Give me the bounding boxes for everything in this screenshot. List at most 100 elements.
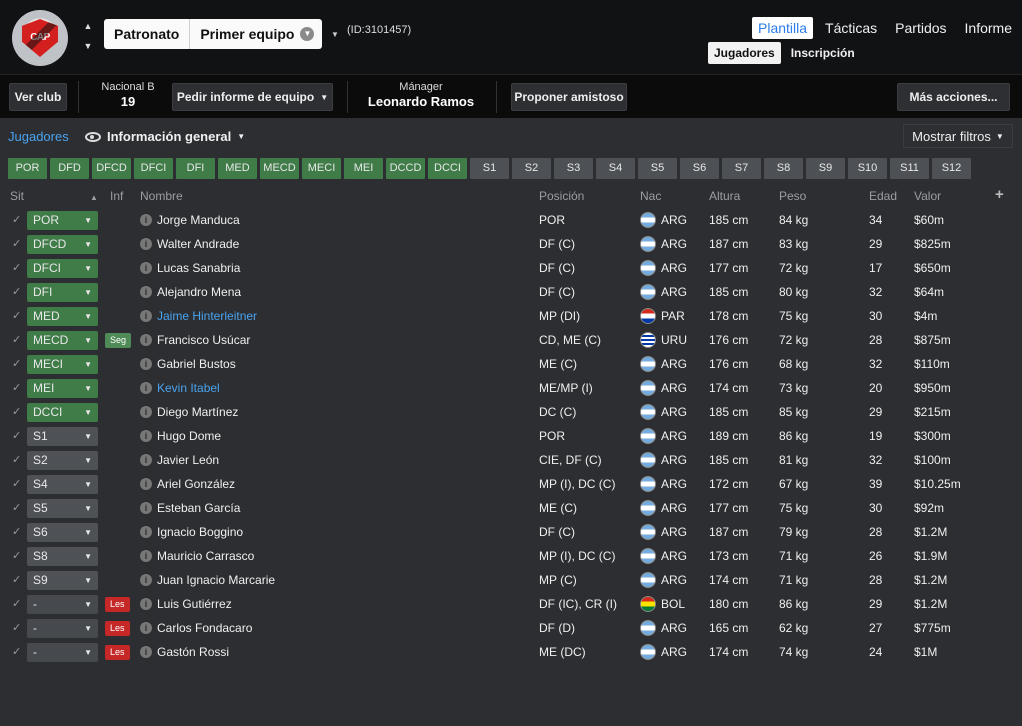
sort-asc-icon[interactable]: ▲ <box>90 193 98 202</box>
table-row[interactable]: ✓ S9 ▼ i Juan Ignacio Marcarie MP (C) ARG 174 c… <box>0 568 1022 592</box>
info-icon[interactable]: i <box>140 382 152 394</box>
table-row[interactable]: ✓ MED ▼ i Jaime Hinterleitner MP (DI) PAR 178 c… <box>0 304 1022 328</box>
situation-select[interactable]: DFI ▼ <box>27 283 98 302</box>
col-nombre[interactable]: Nombre <box>140 189 183 203</box>
player-name[interactable]: Jaime Hinterleitner <box>157 304 257 328</box>
situation-select[interactable]: S8 ▼ <box>27 547 98 566</box>
info-icon[interactable]: i <box>140 502 152 514</box>
player-name[interactable]: Diego Martínez <box>157 400 238 424</box>
chevron-up-icon[interactable]: ▲ <box>82 16 94 36</box>
position-chip[interactable]: DFCD <box>92 158 131 179</box>
view-selector[interactable]: Información general ▼ <box>85 129 245 144</box>
player-name[interactable]: Gastón Rossi <box>157 640 229 664</box>
info-icon[interactable]: i <box>140 262 152 274</box>
situation-select[interactable]: DFCD ▼ <box>27 235 98 254</box>
situation-select[interactable]: DCCI ▼ <box>27 403 98 422</box>
player-name[interactable]: Javier León <box>157 448 219 472</box>
position-chip[interactable]: S2 <box>512 158 551 179</box>
position-chip[interactable]: S3 <box>554 158 593 179</box>
info-icon[interactable]: i <box>140 622 152 634</box>
subtab-inscripcion[interactable]: Inscripción <box>785 42 861 64</box>
info-icon[interactable]: i <box>140 334 152 346</box>
player-name[interactable]: Carlos Fondacaro <box>157 616 252 640</box>
position-chip[interactable]: S10 <box>848 158 887 179</box>
info-icon[interactable]: i <box>140 526 152 538</box>
situation-select[interactable]: S6 ▼ <box>27 523 98 542</box>
player-name[interactable]: Gabriel Bustos <box>157 352 236 376</box>
col-inf[interactable]: Inf <box>110 189 123 203</box>
position-chip[interactable]: DFI <box>176 158 215 179</box>
position-chip[interactable]: DFD <box>50 158 89 179</box>
position-chip[interactable]: S1 <box>470 158 509 179</box>
propose-friendly-button[interactable]: Proponer amistoso <box>511 83 627 111</box>
situation-select[interactable]: - ▼ <box>27 595 98 614</box>
situation-select[interactable]: S9 ▼ <box>27 571 98 590</box>
info-icon[interactable]: i <box>140 574 152 586</box>
player-name[interactable]: Hugo Dome <box>157 424 221 448</box>
info-icon[interactable]: i <box>140 550 152 562</box>
tab-informe[interactable]: Informe <box>959 17 1018 39</box>
position-chip[interactable]: S4 <box>596 158 635 179</box>
player-name[interactable]: Ignacio Boggino <box>157 520 243 544</box>
info-icon[interactable]: i <box>140 454 152 466</box>
info-badge[interactable]: Les <box>105 645 130 660</box>
view-club-button[interactable]: Ver club <box>9 83 67 111</box>
squad-selector[interactable]: Primer equipo ▼ <box>190 19 322 49</box>
col-posicion[interactable]: Posición <box>539 189 584 203</box>
position-chip[interactable]: POR <box>8 158 47 179</box>
position-chip[interactable]: DFCI <box>134 158 173 179</box>
table-row[interactable]: ✓ S6 ▼ i Ignacio Boggino DF (C) ARG 187 cm 79 kg… <box>0 520 1022 544</box>
more-actions-button[interactable]: Más acciones... <box>897 83 1010 111</box>
player-name[interactable]: Ariel González <box>157 472 235 496</box>
col-edad[interactable]: Edad <box>869 189 897 203</box>
situation-select[interactable]: MECI ▼ <box>27 355 98 374</box>
player-name[interactable]: Kevin Itabel <box>157 376 220 400</box>
info-icon[interactable]: i <box>140 238 152 250</box>
player-name[interactable]: Walter Andrade <box>157 232 239 256</box>
subtab-jugadores[interactable]: Jugadores <box>708 42 781 64</box>
table-row[interactable]: ✓ POR ▼ i Jorge Manduca POR ARG 185 cm 84 kg 34 $6… <box>0 208 1022 232</box>
position-chip[interactable]: S8 <box>764 158 803 179</box>
info-icon[interactable]: i <box>140 478 152 490</box>
table-row[interactable]: ✓ MECD ▼ Seg i Francisco Usúcar CD, ME (C) URU 1… <box>0 328 1022 352</box>
chevron-down-icon[interactable]: ▼ <box>300 27 315 41</box>
info-icon[interactable]: i <box>140 430 152 442</box>
situation-select[interactable]: POR ▼ <box>27 211 98 230</box>
player-name[interactable]: Alejandro Mena <box>157 280 241 304</box>
table-row[interactable]: ✓ DFCD ▼ i Walter Andrade DF (C) ARG 187 cm 83 k… <box>0 232 1022 256</box>
position-chip[interactable]: S7 <box>722 158 761 179</box>
position-chip[interactable]: S5 <box>638 158 677 179</box>
info-icon[interactable]: i <box>140 310 152 322</box>
club-name[interactable]: Patronato <box>104 19 191 49</box>
club-crest-logo[interactable] <box>12 10 68 66</box>
player-name[interactable]: Esteban García <box>157 496 240 520</box>
position-chip[interactable]: DCCD <box>386 158 425 179</box>
col-peso[interactable]: Peso <box>779 189 806 203</box>
player-name[interactable]: Jorge Manduca <box>157 208 240 232</box>
caret-down-icon[interactable]: ▼ <box>331 30 339 39</box>
player-name[interactable]: Mauricio Carrasco <box>157 544 254 568</box>
table-row[interactable]: ✓ S1 ▼ i Hugo Dome POR ARG 189 cm 86 kg 19 $300m <box>0 424 1022 448</box>
col-valor[interactable]: Valor <box>914 189 941 203</box>
request-report-button[interactable]: Pedir informe de equipo ▼ <box>172 83 333 111</box>
team-selector[interactable]: Patronato Primer equipo ▼ <box>104 19 323 49</box>
situation-select[interactable]: S2 ▼ <box>27 451 98 470</box>
info-badge[interactable]: Les <box>105 621 130 636</box>
manager-name[interactable]: Leonardo Ramos <box>356 94 486 109</box>
info-icon[interactable]: i <box>140 286 152 298</box>
position-chip[interactable]: MECI <box>302 158 341 179</box>
situation-select[interactable]: S5 ▼ <box>27 499 98 518</box>
player-name[interactable]: Luis Gutiérrez <box>157 592 232 616</box>
position-chip[interactable]: MEI <box>344 158 383 179</box>
tab-tacticas[interactable]: Tácticas <box>819 17 883 39</box>
table-row[interactable]: ✓ MEI ▼ i Kevin Itabel ME/MP (I) ARG 174 cm 73 k… <box>0 376 1022 400</box>
position-chip[interactable]: S9 <box>806 158 845 179</box>
tab-partidos[interactable]: Partidos <box>889 17 952 39</box>
situation-select[interactable]: S1 ▼ <box>27 427 98 446</box>
player-name[interactable]: Juan Ignacio Marcarie <box>157 568 275 592</box>
table-row[interactable]: ✓ S4 ▼ i Ariel González MP (I), DC (C) ARG 172 … <box>0 472 1022 496</box>
situation-select[interactable]: MED ▼ <box>27 307 98 326</box>
info-badge[interactable]: Seg <box>105 333 132 348</box>
table-row[interactable]: ✓ S2 ▼ i Javier León CIE, DF (C) ARG 185 cm 81 k… <box>0 448 1022 472</box>
info-icon[interactable]: i <box>140 214 152 226</box>
